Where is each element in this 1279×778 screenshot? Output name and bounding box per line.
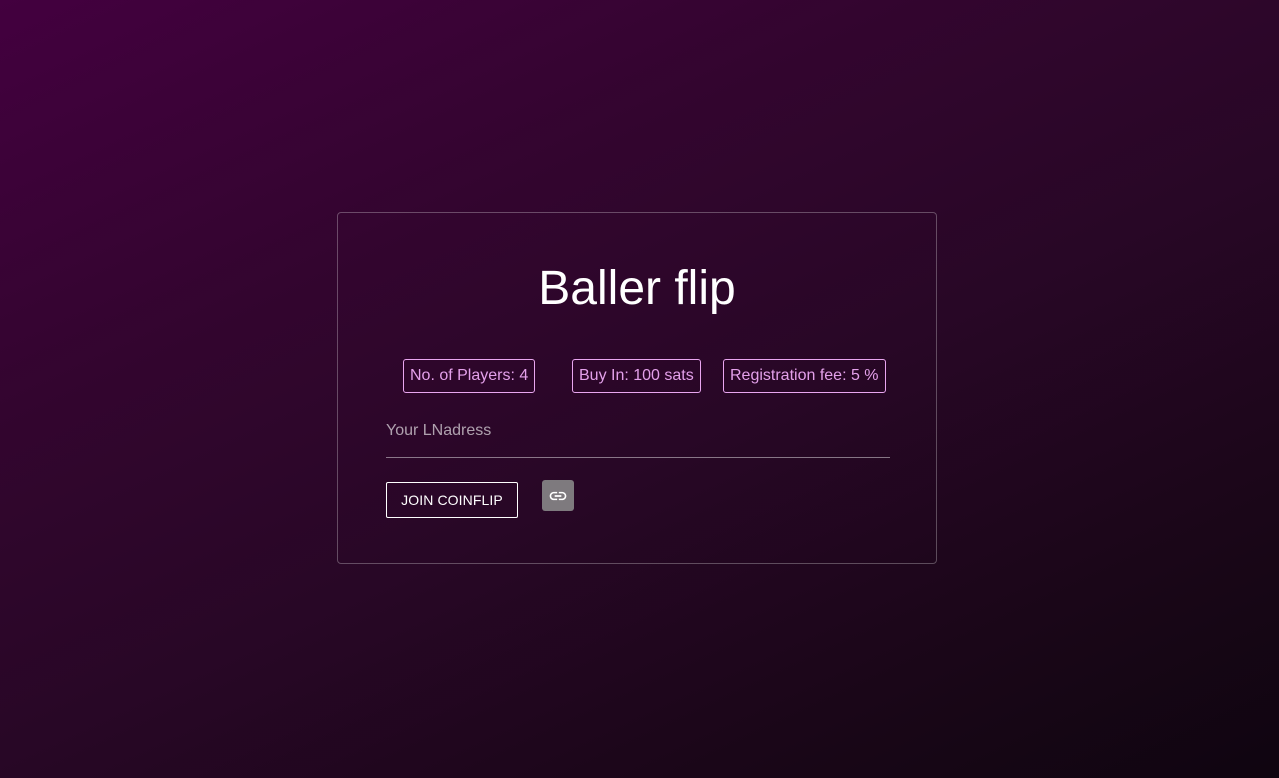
- link-icon: [548, 486, 568, 506]
- buy-in-badge: Buy In: 100 sats: [572, 359, 701, 393]
- join-coinflip-button[interactable]: JOIN COINFLIP: [386, 482, 518, 518]
- page-title: Baller flip: [538, 262, 736, 315]
- registration-fee-badge: Registration fee: 5 %: [723, 359, 886, 393]
- players-count-badge: No. of Players: 4: [403, 359, 536, 393]
- ln-address-field: [386, 413, 890, 458]
- ln-address-input[interactable]: [386, 413, 890, 449]
- copy-link-button[interactable]: [542, 480, 574, 511]
- coinflip-card: Baller flip No. of Players: 4 Buy In: 10…: [337, 212, 937, 564]
